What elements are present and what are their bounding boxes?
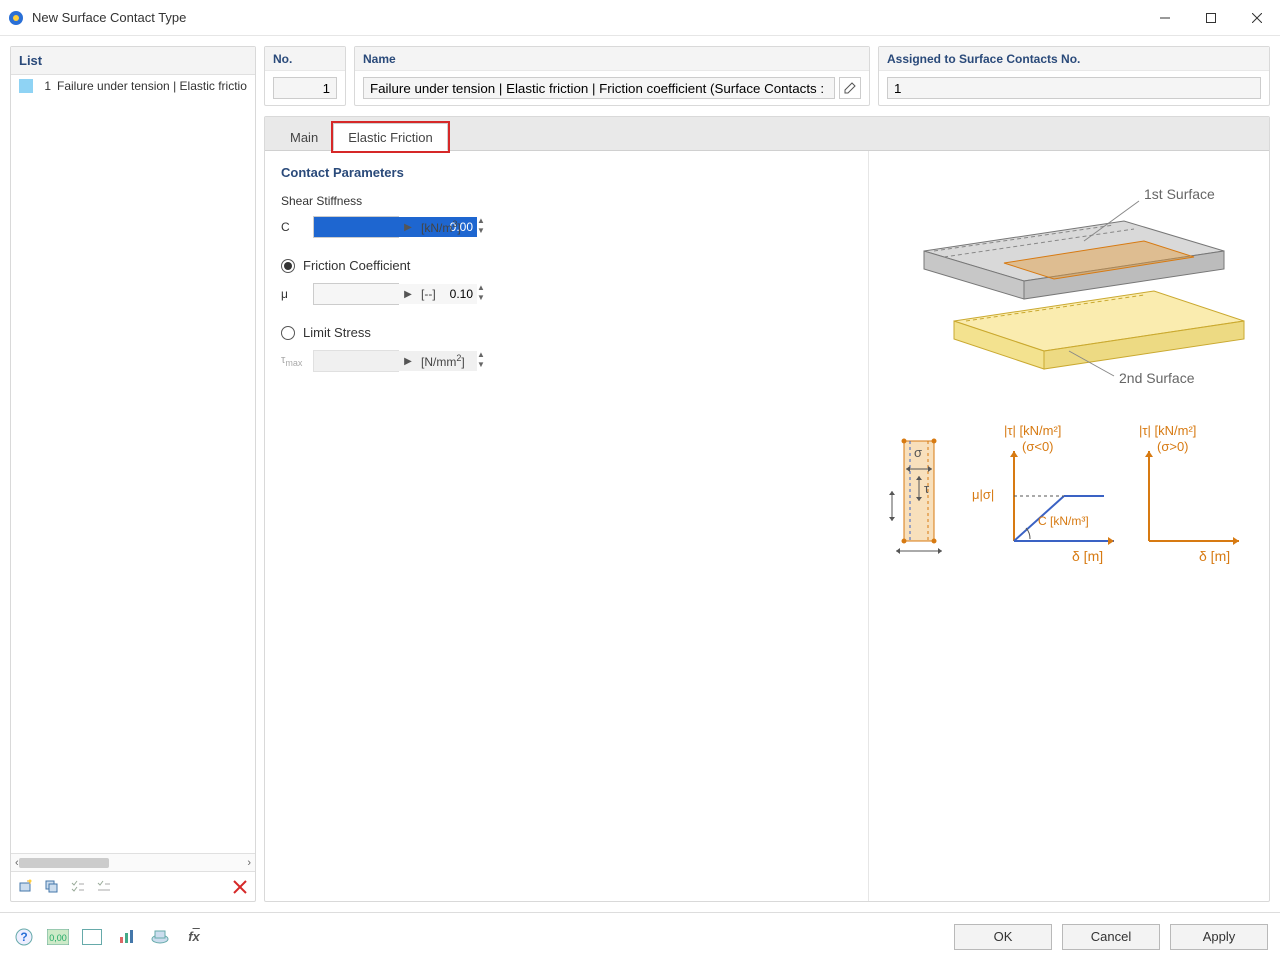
svg-text:0,00: 0,00 (49, 933, 67, 943)
shear-stiffness-label: Shear Stiffness (281, 194, 852, 208)
edit-name-button[interactable] (839, 77, 861, 99)
section-title: Contact Parameters (281, 165, 852, 180)
app-icon (8, 10, 24, 26)
number-panel-title: No. (265, 47, 345, 71)
delete-item-button[interactable] (229, 876, 251, 898)
fx-button[interactable]: fx (182, 925, 206, 949)
limit-stress-radio[interactable] (281, 326, 295, 340)
list-panel: List 1 Failure under tension | Elastic f… (10, 46, 256, 902)
form-area: Contact Parameters Shear Stiffness C ▲▼ … (265, 151, 869, 901)
shear-symbol: C (281, 220, 313, 234)
mu-spin-down[interactable]: ▼ (477, 294, 485, 304)
checklist-alt-button[interactable] (93, 876, 115, 898)
limit-stress-radio-row[interactable]: Limit Stress (281, 325, 852, 340)
svg-text:δ [m]: δ [m] (1199, 548, 1230, 564)
ok-button[interactable]: OK (954, 924, 1052, 950)
name-input[interactable] (363, 77, 835, 99)
blank-rect-button[interactable] (80, 925, 104, 949)
number-panel: No. (264, 46, 346, 106)
graphs-diagram: σ τ |τ| [kN/m²] (σ<0) (884, 421, 1254, 581)
list-item-label: Failure under tension | Elastic frictio (57, 79, 247, 93)
list-item[interactable]: 1 Failure under tension | Elastic fricti… (11, 75, 255, 97)
tmax-stepper-icon: ▶ (401, 356, 415, 367)
title-bar: New Surface Contact Type (0, 0, 1280, 36)
tab-bar: Main Elastic Friction (265, 117, 1269, 151)
svg-text:|τ| [kN/m²]: |τ| [kN/m²] (1004, 423, 1061, 438)
decimal-button[interactable]: 0,00 (46, 925, 70, 949)
svg-text:(σ<0): (σ<0) (1022, 439, 1054, 454)
shear-stiffness-input-wrap: ▲▼ (313, 216, 399, 238)
surf2-label: 2nd Surface (1119, 370, 1195, 386)
checklist-button[interactable] (67, 876, 89, 898)
shear-spin-down[interactable]: ▼ (477, 227, 485, 237)
tmax-input-wrap: ▲▼ (313, 350, 399, 372)
assigned-panel: Assigned to Surface Contacts No. (878, 46, 1270, 106)
window-title: New Surface Contact Type (32, 10, 1142, 25)
close-button[interactable] (1234, 0, 1280, 36)
shear-stepper-icon[interactable]: ▶ (401, 222, 415, 233)
details-column: No. Name Assigned to Surface Contacts No… (264, 46, 1270, 902)
apply-button[interactable]: Apply (1170, 924, 1268, 950)
name-panel-title: Name (355, 47, 869, 71)
tmax-unit: [N/mm2] (421, 353, 465, 369)
scroll-right-icon[interactable]: › (247, 857, 251, 869)
svg-text:(σ>0): (σ>0) (1157, 439, 1189, 454)
new-item-button[interactable] (15, 876, 37, 898)
header-row: No. Name Assigned to Surface Contacts No… (264, 46, 1270, 106)
list-hscrollbar[interactable]: ‹ › (11, 853, 255, 871)
assigned-panel-title: Assigned to Surface Contacts No. (879, 47, 1269, 71)
surfaces-diagram: 1st Surface 2nd Surface (884, 171, 1254, 391)
list-item-swatch (19, 79, 33, 93)
name-panel: Name (354, 46, 870, 106)
minimize-button[interactable] (1142, 0, 1188, 36)
mu-input-wrap: ▲▼ (313, 283, 399, 305)
tmax-symbol: τmax (281, 354, 313, 368)
limit-stress-label: Limit Stress (303, 325, 371, 340)
surf1-label: 1st Surface (1144, 186, 1215, 202)
shear-unit: [kN/m3] (421, 219, 461, 235)
content-panel: Main Elastic Friction Contact Parameters… (264, 116, 1270, 902)
mu-symbol: μ (281, 287, 313, 301)
workspace: List 1 Failure under tension | Elastic f… (0, 36, 1280, 912)
assigned-input[interactable] (887, 77, 1261, 99)
help-button[interactable]: ? (12, 925, 36, 949)
tmax-spin-down: ▼ (477, 361, 485, 371)
tab-main[interactable]: Main (275, 123, 333, 151)
svg-text:C [kN/m³]: C [kN/m³] (1038, 514, 1089, 528)
preview-area: 1st Surface 2nd Surface σ (869, 151, 1269, 901)
list-toolbar (11, 871, 255, 901)
svg-text:?: ? (20, 930, 27, 944)
svg-text:|τ| [kN/m²]: |τ| [kN/m²] (1139, 423, 1196, 438)
mu-unit: [--] (421, 287, 436, 301)
friction-coefficient-radio-row[interactable]: Friction Coefficient (281, 258, 852, 273)
maximize-button[interactable] (1188, 0, 1234, 36)
scroll-thumb[interactable] (19, 858, 109, 868)
friction-coefficient-label: Friction Coefficient (303, 258, 410, 273)
cancel-button[interactable]: Cancel (1062, 924, 1160, 950)
mu-stepper-icon[interactable]: ▶ (401, 289, 415, 300)
list-body[interactable]: 1 Failure under tension | Elastic fricti… (11, 75, 255, 853)
bottom-bar: ? 0,00 fx OK Cancel Apply (0, 912, 1280, 960)
list-item-index: 1 (37, 79, 51, 93)
mu-input[interactable] (314, 284, 477, 304)
chart-button[interactable] (114, 925, 138, 949)
svg-text:τ: τ (924, 481, 930, 496)
view-button[interactable] (148, 925, 172, 949)
copy-item-button[interactable] (41, 876, 63, 898)
list-header: List (11, 47, 255, 75)
tab-elastic-friction[interactable]: Elastic Friction (333, 123, 448, 151)
number-input[interactable] (273, 77, 337, 99)
svg-text:δ [m]: δ [m] (1072, 548, 1103, 564)
svg-text:σ: σ (914, 445, 922, 460)
friction-coefficient-radio[interactable] (281, 259, 295, 273)
svg-text:μ|σ|: μ|σ| (972, 487, 994, 502)
